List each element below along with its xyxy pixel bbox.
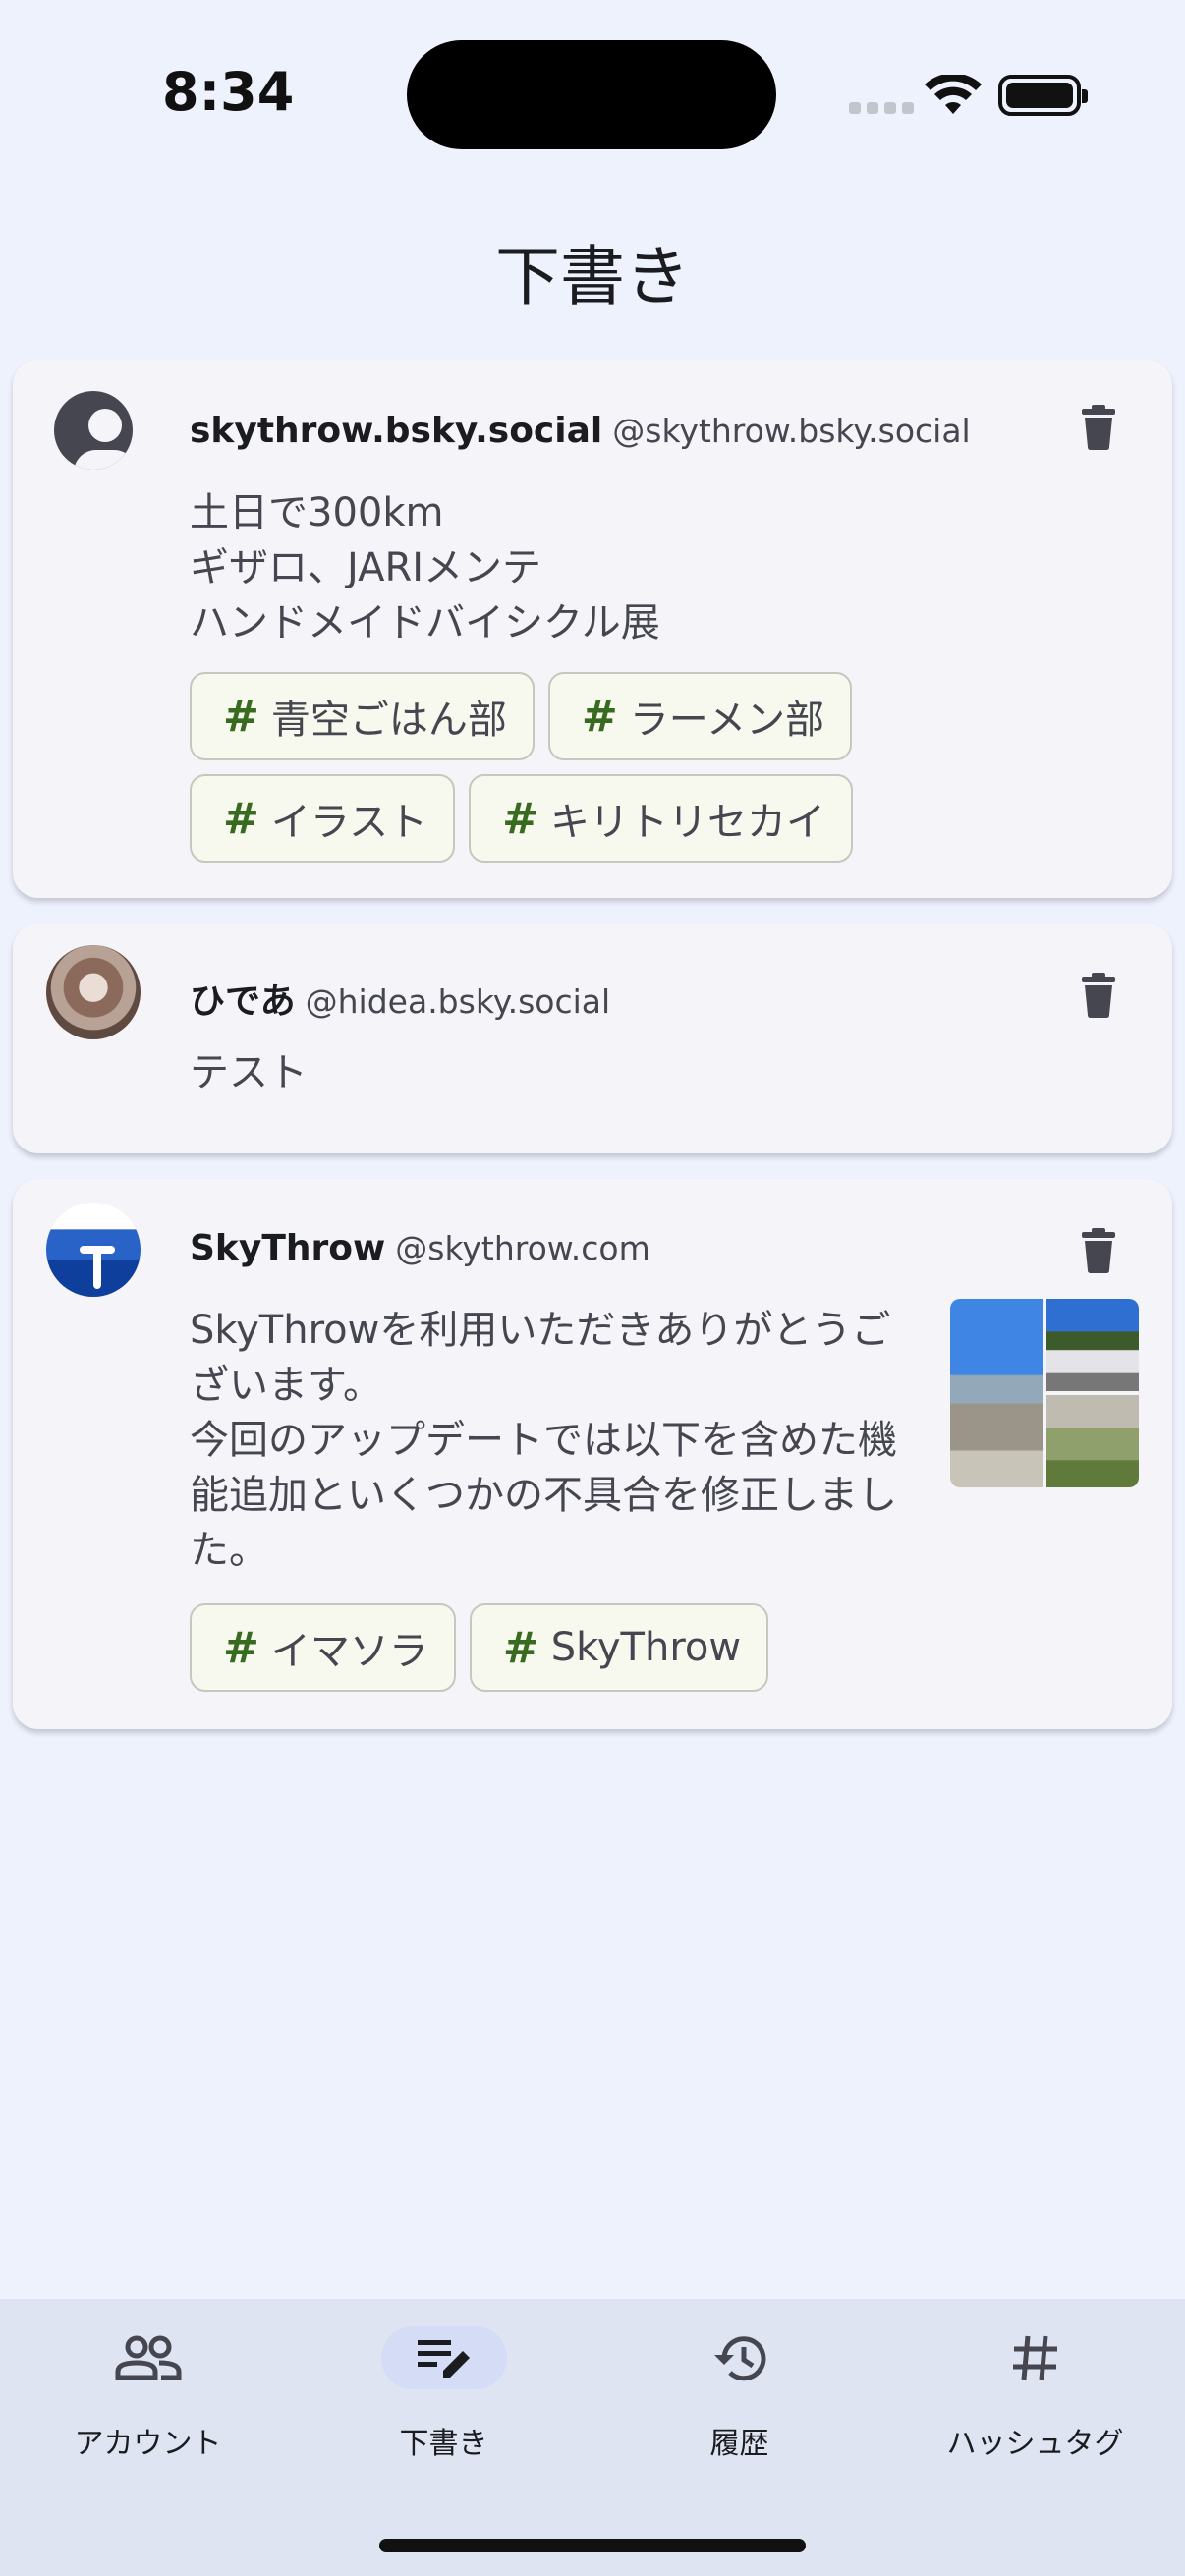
author-line: skythrow.bsky.social @skythrow.bsky.socia…: [190, 411, 971, 451]
nav-label: 下書き: [399, 2427, 488, 2461]
avatar: [46, 945, 141, 1039]
nav-label: アカウント: [74, 2427, 222, 2461]
hashtag-icon: #: [502, 793, 538, 844]
avatar: [54, 391, 133, 470]
home-indicator: [379, 2539, 806, 2552]
hashtag-chip[interactable]: # SkyThrow: [469, 1603, 769, 1692]
draft-text: SkyThrowを利用いただきありがとうご ざいます。 今回のアップデートでは以…: [190, 1308, 897, 1573]
draft-text: テスト: [190, 1050, 308, 1095]
avatar: [46, 1203, 141, 1297]
nav-label: 履歴: [709, 2427, 769, 2461]
hashtag-chip[interactable]: # イラスト: [190, 774, 456, 863]
attached-image[interactable]: [1046, 1299, 1139, 1391]
attached-image[interactable]: [950, 1299, 1043, 1487]
author-line: ひであ @hidea.bsky.social: [190, 973, 610, 1024]
draft-card[interactable]: ひであ @hidea.bsky.social テスト: [13, 924, 1172, 1153]
author-display-name: skythrow.bsky.social: [190, 411, 603, 451]
author-handle: @hidea.bsky.social: [305, 982, 611, 1021]
history-icon: [713, 2336, 765, 2381]
hashtag-icon: #: [223, 691, 259, 742]
status-bar: 8:34: [0, 0, 1185, 149]
author-line: SkyThrow @skythrow.com: [190, 1228, 650, 1268]
attached-images[interactable]: [950, 1299, 1139, 1487]
people-icon: [115, 2335, 181, 2380]
delete-icon[interactable]: [1082, 405, 1115, 450]
hashtag-chip[interactable]: # イマソラ: [190, 1603, 456, 1692]
author-handle: @skythrow.com: [395, 1229, 650, 1267]
bottom-navigation: アカウント 下書き 履歴 ハッシュタグ: [0, 2299, 1185, 2576]
hashtag-icon: #: [581, 691, 618, 742]
hashtag-list: # 青空ごはん部 # ラーメン部 # イラスト # キリトリセカイ: [190, 672, 917, 863]
author-display-name: SkyThrow: [190, 1228, 386, 1268]
nav-item-drafts[interactable]: 下書き: [296, 2326, 592, 2462]
cellular-signal-icon: [849, 102, 914, 114]
nav-item-account[interactable]: アカウント: [0, 2326, 296, 2462]
page-title: 下書き: [495, 239, 690, 314]
status-time: 8:34: [162, 61, 295, 123]
delete-icon[interactable]: [1082, 973, 1115, 1018]
hashtag-list: # イマソラ # SkyThrow: [190, 1603, 956, 1692]
nav-item-hashtags[interactable]: ハッシュタグ: [887, 2326, 1183, 2462]
hashtag-icon: [1012, 2335, 1057, 2380]
attached-image[interactable]: [1046, 1395, 1139, 1487]
dynamic-island: [407, 40, 776, 149]
nav-label: ハッシュタグ: [946, 2427, 1124, 2461]
edit-note-icon: [417, 2340, 470, 2378]
battery-icon: [998, 75, 1088, 116]
draft-text: 土日で300km ギザロ、JARIメンテ ハンドメイドバイシクル展: [190, 490, 660, 645]
hashtag-icon: #: [223, 1622, 259, 1673]
draft-card[interactable]: skythrow.bsky.social @skythrow.bsky.socia…: [13, 360, 1172, 898]
hashtag-chip[interactable]: # 青空ごはん部: [190, 672, 535, 760]
hashtag-chip[interactable]: # キリトリセカイ: [469, 774, 853, 863]
author-display-name: ひであ: [190, 981, 296, 1022]
hashtag-icon: #: [502, 1622, 539, 1673]
delete-icon[interactable]: [1082, 1228, 1115, 1273]
hashtag-icon: #: [223, 793, 259, 844]
hashtag-chip[interactable]: # ラーメン部: [547, 672, 853, 760]
draft-card[interactable]: SkyThrow @skythrow.com SkyThrowを利用いただきありが…: [13, 1179, 1172, 1729]
author-handle: @skythrow.bsky.social: [612, 412, 971, 450]
wifi-icon: [925, 75, 982, 114]
nav-item-history[interactable]: 履歴: [592, 2326, 887, 2462]
